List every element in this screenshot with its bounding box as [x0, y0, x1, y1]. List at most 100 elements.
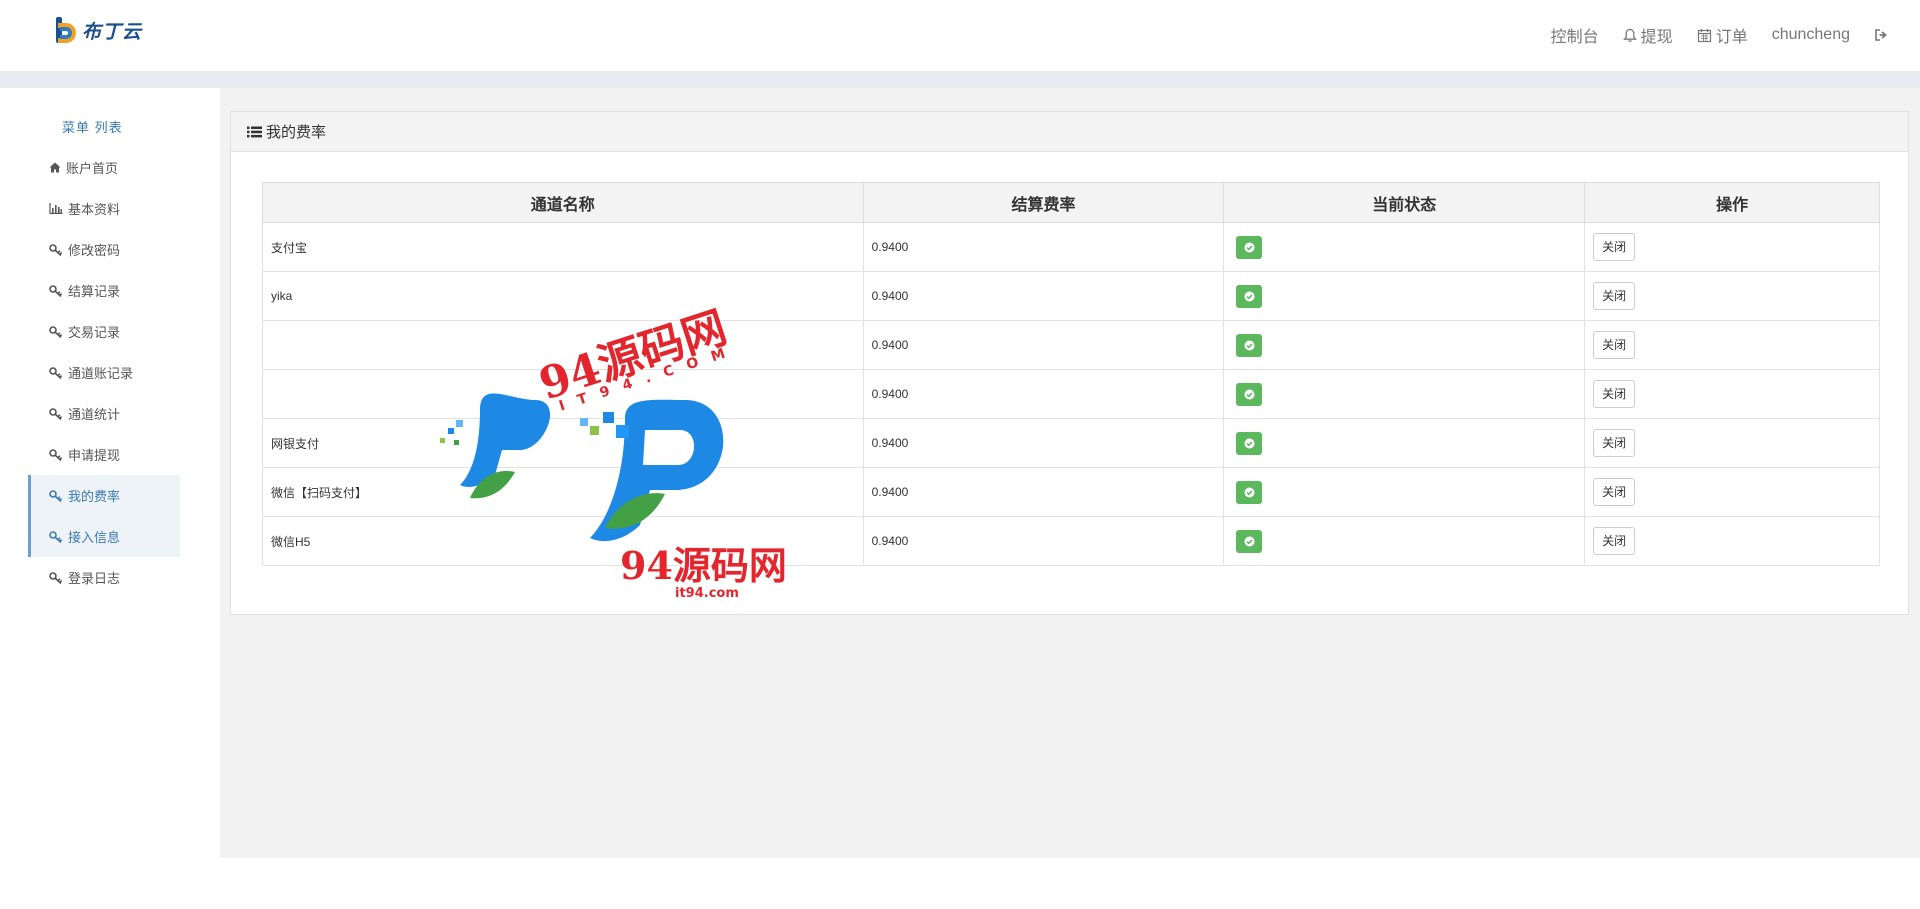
- panel-heading: 我的费率: [231, 112, 1908, 152]
- logout-button[interactable]: [1862, 22, 1904, 48]
- nav-withdraw[interactable]: 提现: [1611, 22, 1685, 48]
- sidebar-item-label: 修改密码: [68, 243, 121, 258]
- settlement-rate: 0.9400: [862, 369, 1225, 419]
- bell-icon: [1622, 28, 1637, 42]
- status-enabled-button[interactable]: [1236, 235, 1263, 259]
- settlement-rate: 0.9400: [862, 418, 1225, 468]
- sidebar: 菜单 列表 账户首页 基本资料 修改密码 结算记录 交易记录 通道账记录 通道统…: [0, 88, 220, 858]
- sidebar-item-label: 通道账记录: [68, 366, 134, 381]
- close-channel-button[interactable]: 关闭: [1593, 527, 1636, 555]
- sidebar-item-apply-withdraw[interactable]: 申请提现: [28, 434, 180, 475]
- channel-name: 微信H5: [262, 516, 864, 566]
- close-channel-button[interactable]: 关闭: [1593, 282, 1636, 310]
- nav-orders-label: 订单: [1715, 29, 1748, 46]
- key-icon: [49, 530, 63, 543]
- check-circle-icon: [1244, 487, 1255, 497]
- column-header-settlement-rate: 结算费率: [862, 182, 1225, 223]
- table-row: 微信H5 0.9400 关闭: [262, 516, 1880, 566]
- settlement-rate: 0.9400: [862, 271, 1225, 321]
- close-channel-button[interactable]: 关闭: [1593, 478, 1636, 506]
- table-row: 支付宝 0.9400 关闭: [262, 222, 1880, 272]
- table-row: 网银支付 0.9400 关闭: [262, 418, 1880, 468]
- sidebar-item-label: 账户首页: [66, 161, 119, 176]
- close-channel-button[interactable]: 关闭: [1593, 233, 1636, 261]
- sidebar-item-label: 我的费率: [68, 489, 121, 504]
- home-icon: [49, 162, 61, 173]
- main-content: 我的费率 通道名称 结算费率 当前状态 操作 支付宝 0.9400 关闭 yik…: [220, 88, 1920, 858]
- table-row: 0.9400 关闭: [262, 369, 1880, 419]
- rates-panel: 我的费率 通道名称 结算费率 当前状态 操作 支付宝 0.9400 关闭 yik…: [230, 111, 1909, 615]
- table-row: 微信【扫码支付】 0.9400 关闭: [262, 467, 1880, 517]
- sidebar-item-label: 申请提现: [68, 448, 121, 463]
- username-label: chuncheng: [1771, 26, 1850, 43]
- sidebar-item-login-log[interactable]: 登录日志: [28, 557, 180, 598]
- nav-withdraw-label: 提现: [1640, 29, 1673, 46]
- sidebar-item-label: 交易记录: [68, 325, 121, 340]
- brand-logo[interactable]: 布丁云: [52, 14, 142, 46]
- nav-console-label: 控制台: [1550, 29, 1599, 46]
- top-bar: 布丁云 控制台 提现 订单 chuncheng: [0, 0, 1920, 71]
- sidebar-item-label: 登录日志: [68, 571, 121, 586]
- page-footer-area: [0, 858, 1920, 909]
- channel-name: [262, 369, 864, 419]
- table-row: yika 0.9400 关闭: [262, 271, 1880, 321]
- close-channel-button[interactable]: 关闭: [1593, 380, 1636, 408]
- nav-console[interactable]: 控制台: [1539, 22, 1611, 48]
- rates-table: 通道名称 结算费率 当前状态 操作 支付宝 0.9400 关闭 yika 0.9…: [262, 182, 1880, 566]
- key-icon: [49, 243, 63, 256]
- channel-name: [262, 320, 864, 370]
- panel-title: 我的费率: [266, 124, 327, 141]
- close-channel-button[interactable]: 关闭: [1593, 429, 1636, 457]
- table-header-row: 通道名称 结算费率 当前状态 操作: [262, 182, 1880, 223]
- close-channel-button[interactable]: 关闭: [1593, 331, 1636, 359]
- sidebar-item-settlement-records[interactable]: 结算记录: [28, 270, 180, 311]
- status-enabled-button[interactable]: [1236, 480, 1263, 504]
- sidebar-item-basic-info[interactable]: 基本资料: [28, 188, 180, 229]
- logout-icon: [1875, 29, 1887, 41]
- channel-name: 支付宝: [262, 222, 864, 272]
- channel-name: 微信【扫码支付】: [262, 467, 864, 517]
- key-icon: [49, 407, 63, 420]
- sidebar-menu: 账户首页 基本资料 修改密码 结算记录 交易记录 通道账记录 通道统计 申请提现…: [28, 147, 180, 598]
- channel-name: yika: [262, 271, 864, 321]
- status-enabled-button[interactable]: [1236, 333, 1263, 357]
- key-icon: [49, 489, 63, 502]
- status-enabled-button[interactable]: [1236, 431, 1263, 455]
- settlement-rate: 0.9400: [862, 222, 1225, 272]
- sidebar-item-channel-account-records[interactable]: 通道账记录: [28, 352, 180, 393]
- header-divider-band: [0, 71, 1920, 88]
- check-circle-icon: [1244, 438, 1255, 448]
- sidebar-item-trade-records[interactable]: 交易记录: [28, 311, 180, 352]
- nav-username[interactable]: chuncheng: [1760, 22, 1862, 48]
- key-icon: [49, 325, 63, 338]
- check-circle-icon: [1244, 340, 1255, 350]
- sidebar-item-label: 基本资料: [68, 202, 121, 217]
- logo-text: 布丁云: [82, 20, 143, 43]
- sidebar-item-account-home[interactable]: 账户首页: [28, 147, 180, 188]
- check-circle-icon: [1244, 389, 1255, 399]
- key-icon: [49, 571, 63, 584]
- sidebar-item-my-rates[interactable]: 我的费率: [28, 475, 180, 516]
- nav-orders[interactable]: 订单: [1685, 22, 1760, 48]
- column-header-channel-name: 通道名称: [262, 182, 864, 223]
- logo-mark-icon: [52, 15, 80, 45]
- sidebar-title: 菜单 列表: [62, 120, 123, 135]
- sidebar-item-channel-stats[interactable]: 通道统计: [28, 393, 180, 434]
- top-nav: 控制台 提现 订单 chuncheng: [1539, 22, 1904, 48]
- check-circle-icon: [1244, 536, 1255, 546]
- settlement-rate: 0.9400: [862, 320, 1225, 370]
- settlement-rate: 0.9400: [862, 516, 1225, 566]
- status-enabled-button[interactable]: [1236, 529, 1263, 553]
- sidebar-item-access-info[interactable]: 接入信息: [28, 516, 180, 557]
- key-icon: [49, 284, 63, 297]
- table-row: 0.9400 关闭: [262, 320, 1880, 370]
- column-header-current-status: 当前状态: [1223, 182, 1586, 223]
- settlement-rate: 0.9400: [862, 467, 1225, 517]
- status-enabled-button[interactable]: [1236, 284, 1263, 308]
- sidebar-item-change-password[interactable]: 修改密码: [28, 229, 180, 270]
- calendar-icon: [1697, 28, 1711, 42]
- sidebar-item-label: 结算记录: [68, 284, 121, 299]
- bar-chart-icon: [49, 203, 63, 214]
- status-enabled-button[interactable]: [1236, 382, 1263, 406]
- list-icon: [247, 126, 262, 137]
